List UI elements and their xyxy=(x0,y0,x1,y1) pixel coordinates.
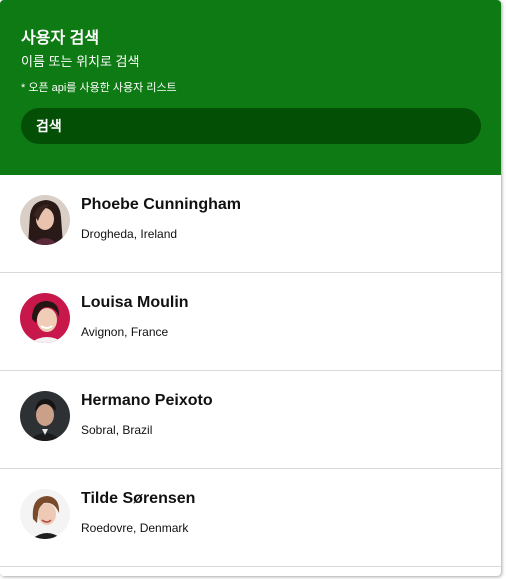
list-item[interactable]: Tilde Sørensen Roedovre, Denmark xyxy=(0,469,501,567)
user-name: Phoebe Cunningham xyxy=(81,196,241,213)
user-location: Roedovre, Denmark xyxy=(81,521,189,535)
page-subtitle: 이름 또는 위치로 검색 xyxy=(21,54,140,69)
user-name: Tilde Sørensen xyxy=(81,490,196,507)
list-item[interactable]: Louisa Moulin Avignon, France xyxy=(0,273,501,371)
user-location: Avignon, France xyxy=(81,325,169,339)
user-location: Drogheda, Ireland xyxy=(81,227,178,241)
user-location: Sobral, Brazil xyxy=(81,423,153,437)
avatar xyxy=(20,489,70,539)
user-name: Hermano Peixoto xyxy=(81,392,213,409)
user-search-card: 사용자 검색 이름 또는 위치로 검색 * 오픈 api를 사용한 사용자 리스… xyxy=(0,0,501,576)
user-name: Louisa Moulin xyxy=(81,294,189,311)
list-item[interactable]: Phoebe Cunningham Drogheda, Ireland xyxy=(0,175,501,273)
list-item[interactable]: Hermano Peixoto Sobral, Brazil xyxy=(0,371,501,469)
search-field[interactable] xyxy=(21,108,481,144)
avatar xyxy=(20,391,70,441)
user-list: Phoebe Cunningham Drogheda, Ireland Loui… xyxy=(0,175,501,567)
avatar xyxy=(20,195,70,245)
page-title: 사용자 검색 xyxy=(21,30,100,47)
avatar xyxy=(20,293,70,343)
search-input[interactable] xyxy=(36,118,481,134)
search-header: 사용자 검색 이름 또는 위치로 검색 * 오픈 api를 사용한 사용자 리스… xyxy=(0,0,501,175)
api-note: * 오픈 api를 사용한 사용자 리스트 xyxy=(21,82,177,94)
